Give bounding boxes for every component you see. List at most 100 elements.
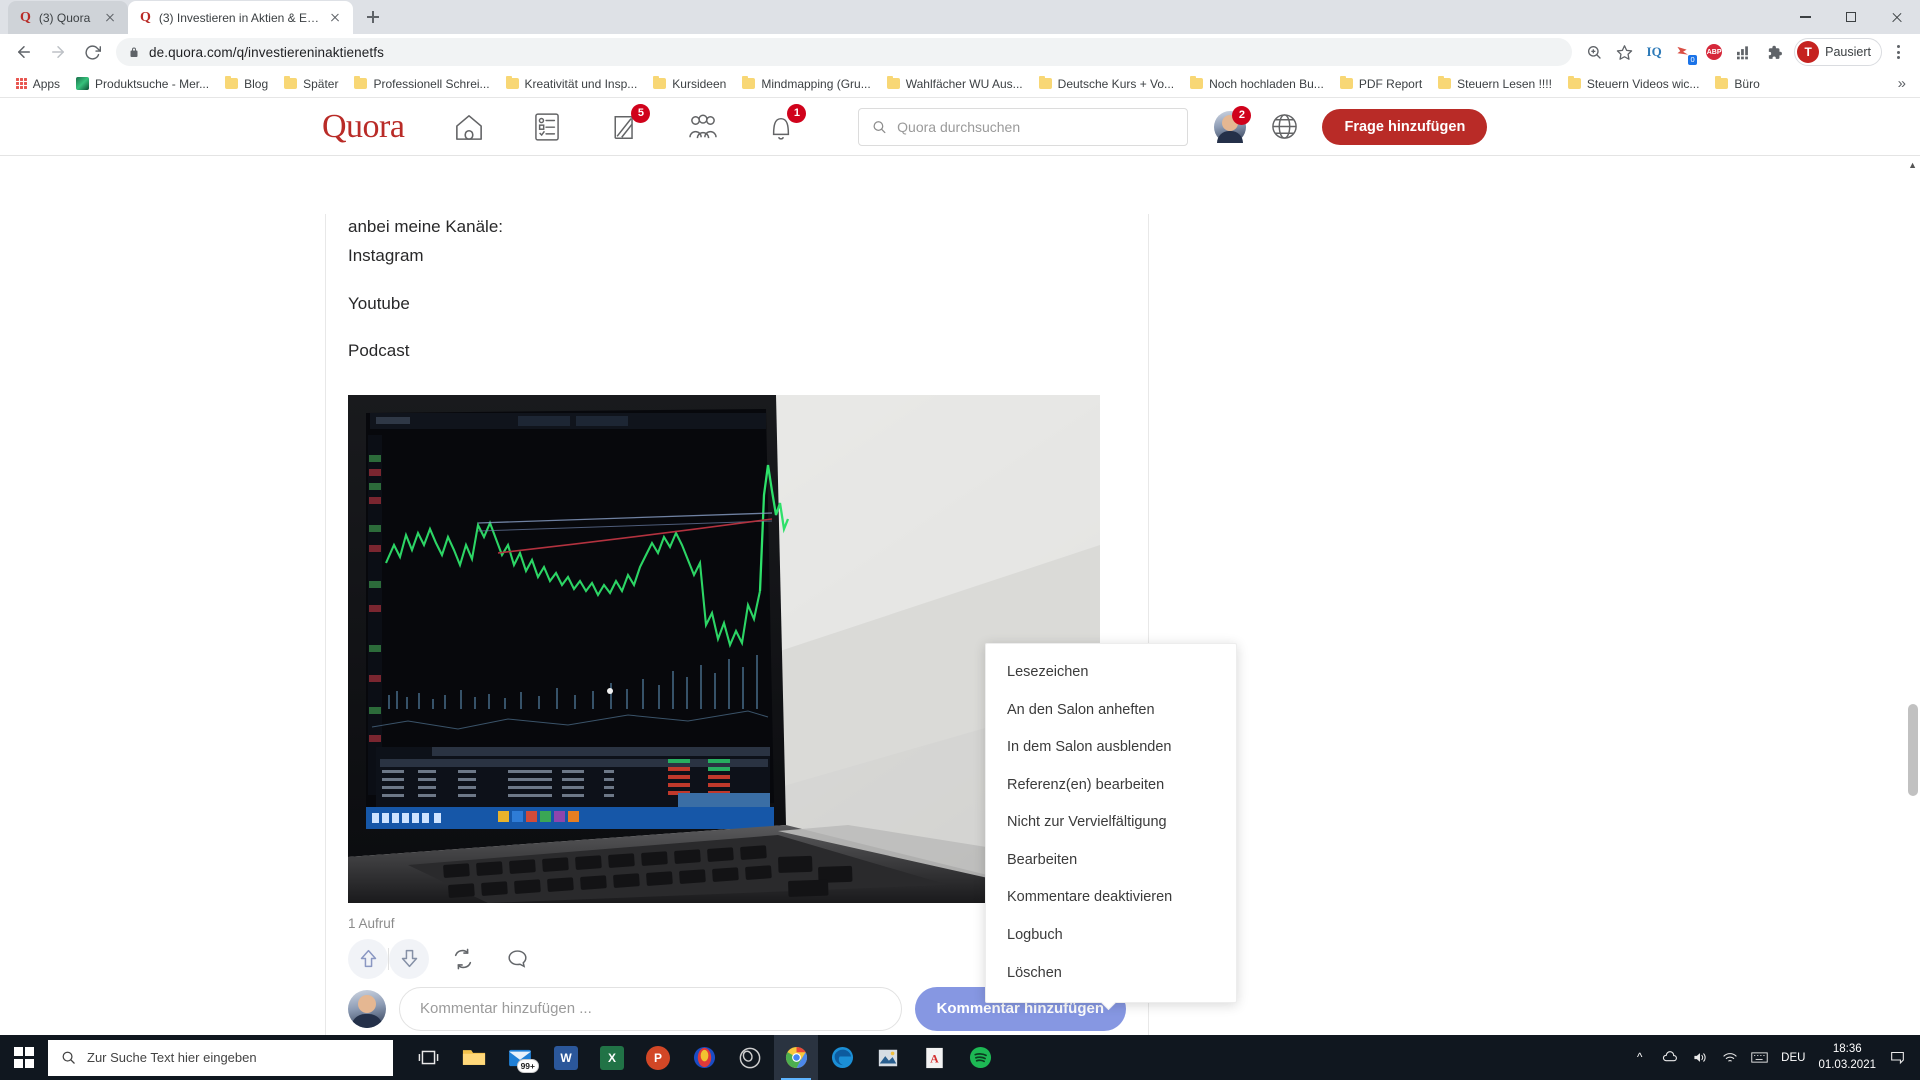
network-icon[interactable] bbox=[1721, 1049, 1738, 1066]
file-explorer-button[interactable] bbox=[452, 1035, 496, 1080]
menu-item-lesezeichen[interactable]: Lesezeichen bbox=[986, 654, 1236, 692]
repost-button[interactable] bbox=[443, 939, 483, 979]
bookmark-steuern-lesen[interactable]: Steuern Lesen !!!! bbox=[1430, 74, 1560, 94]
menu-item-logbuch[interactable]: Logbuch bbox=[986, 917, 1236, 955]
bookmark-kreativitaet[interactable]: Kreativität und Insp... bbox=[498, 74, 646, 94]
tab-close-icon[interactable] bbox=[102, 10, 118, 26]
bookmark-deutsche-kurs[interactable]: Deutsche Kurs + Vo... bbox=[1031, 74, 1182, 94]
extensions-puzzle-icon[interactable] bbox=[1760, 38, 1788, 66]
bookmark-apps[interactable]: Apps bbox=[8, 74, 68, 94]
bookmark-pdf-report[interactable]: PDF Report bbox=[1332, 74, 1430, 94]
post-text-line-2[interactable]: Instagram bbox=[348, 232, 1126, 280]
pocket-extension-icon[interactable]: 0 bbox=[1670, 38, 1698, 66]
nav-spaces-button[interactable] bbox=[682, 108, 724, 146]
post-text-line-4[interactable]: Podcast bbox=[348, 327, 1126, 375]
acrobat-icon: A bbox=[922, 1046, 946, 1070]
taskbar-search-placeholder: Zur Suche Text hier eingeben bbox=[87, 1050, 257, 1065]
avatar-body bbox=[351, 1013, 383, 1028]
zoom-icon[interactable] bbox=[1580, 38, 1608, 66]
excel-button[interactable]: X bbox=[590, 1035, 634, 1080]
bookmark-steuern-videos[interactable]: Steuern Videos wic... bbox=[1560, 74, 1708, 94]
action-center-icon[interactable] bbox=[1889, 1049, 1906, 1066]
excel-icon: X bbox=[600, 1045, 624, 1070]
show-hidden-icons-icon[interactable]: ^ bbox=[1631, 1049, 1648, 1066]
menu-item-referenzen-bearbeiten[interactable]: Referenz(en) bearbeiten bbox=[986, 767, 1236, 805]
bookmark-noch-hochladen[interactable]: Noch hochladen Bu... bbox=[1182, 74, 1332, 94]
bookmark-blog[interactable]: Blog bbox=[217, 74, 276, 94]
comment-input[interactable] bbox=[420, 1000, 881, 1017]
quora-logo[interactable]: Quora bbox=[322, 109, 405, 144]
bookmark-produktsuche[interactable]: Produktsuche - Mer... bbox=[68, 74, 217, 94]
language-button[interactable] bbox=[1268, 111, 1300, 143]
taskbar-search[interactable]: Zur Suche Text hier eingeben bbox=[48, 1039, 393, 1076]
folder-icon bbox=[354, 75, 368, 89]
reload-icon[interactable] bbox=[76, 36, 108, 68]
chrome-menu-icon[interactable] bbox=[1884, 38, 1912, 66]
bookmark-professionell-schreiben[interactable]: Professionell Schrei... bbox=[346, 74, 497, 94]
downvote-button[interactable] bbox=[389, 938, 429, 979]
iq-extension-icon[interactable]: IQ bbox=[1640, 38, 1668, 66]
close-window-button[interactable] bbox=[1874, 0, 1920, 34]
menu-item-in-dem-salon-ausblenden[interactable]: In dem Salon ausblenden bbox=[986, 729, 1236, 767]
minimize-button[interactable] bbox=[1782, 0, 1828, 34]
menu-item-kommentare-deaktivieren[interactable]: Kommentare deaktivieren bbox=[986, 879, 1236, 917]
obs-button[interactable] bbox=[728, 1035, 772, 1080]
bookmark-mindmapping[interactable]: Mindmapping (Gru... bbox=[734, 74, 878, 94]
bookmark-wahlfaecher[interactable]: Wahlfächer WU Aus... bbox=[879, 74, 1031, 94]
photos-button[interactable] bbox=[866, 1035, 910, 1080]
nav-write-answer-button[interactable]: 5 bbox=[604, 103, 651, 146]
volume-icon[interactable] bbox=[1691, 1049, 1708, 1066]
browser-tab-2[interactable]: Q (3) Investieren in Aktien & ETF's - bbox=[128, 1, 353, 34]
bookmark-star-icon[interactable] bbox=[1610, 38, 1638, 66]
menu-item-loeschen[interactable]: Löschen bbox=[986, 955, 1236, 993]
menu-item-nicht-zur-vervielfaeltigung[interactable]: Nicht zur Vervielfältigung bbox=[986, 804, 1236, 842]
profile-button[interactable]: T Pausiert bbox=[1794, 38, 1882, 66]
nav-home-button[interactable] bbox=[448, 108, 490, 146]
onedrive-icon[interactable] bbox=[1661, 1049, 1678, 1066]
start-button[interactable] bbox=[0, 1035, 48, 1080]
maximize-button[interactable] bbox=[1828, 0, 1874, 34]
nav-notifications-button[interactable]: 1 bbox=[760, 103, 807, 146]
word-button[interactable]: W bbox=[544, 1035, 588, 1080]
analytics-extension-icon[interactable] bbox=[1730, 38, 1758, 66]
address-bar[interactable]: de.quora.com/q/investiereninaktienetfs bbox=[116, 38, 1573, 66]
bookmark-label: Später bbox=[303, 76, 339, 91]
comment-button[interactable] bbox=[497, 939, 537, 979]
keyboard-icon[interactable] bbox=[1751, 1049, 1768, 1066]
search-input-wrapper[interactable] bbox=[858, 107, 1189, 146]
bookmark-spaeter[interactable]: Später bbox=[276, 74, 346, 94]
downvote-icon bbox=[401, 949, 417, 968]
taskbar-clock[interactable]: 18:36 01.03.2021 bbox=[1818, 1042, 1876, 1073]
file-explorer-icon bbox=[462, 1046, 486, 1070]
search-input[interactable] bbox=[897, 118, 1175, 135]
scrollbar-thumb[interactable] bbox=[1908, 704, 1918, 796]
menu-item-bearbeiten[interactable]: Bearbeiten bbox=[986, 842, 1236, 880]
chrome-button[interactable] bbox=[774, 1035, 818, 1080]
nav-answers-button[interactable] bbox=[526, 108, 568, 146]
forward-icon[interactable] bbox=[42, 36, 74, 68]
skype-button[interactable] bbox=[682, 1035, 726, 1080]
add-question-button[interactable]: Frage hinzufügen bbox=[1322, 108, 1488, 145]
mail-button[interactable]: 99+ bbox=[498, 1035, 542, 1080]
scroll-up-arrow-icon[interactable]: ▲ bbox=[1908, 160, 1917, 170]
powerpoint-button[interactable]: P bbox=[636, 1035, 680, 1080]
upvote-button[interactable] bbox=[348, 938, 388, 979]
user-avatar[interactable]: 2 bbox=[1214, 105, 1252, 143]
spotify-button[interactable] bbox=[958, 1035, 1002, 1080]
bookmark-kursideen[interactable]: Kursideen bbox=[645, 74, 734, 94]
browser-tab-1[interactable]: Q (3) Quora bbox=[8, 1, 128, 34]
edge-button[interactable] bbox=[820, 1035, 864, 1080]
bookmark-buero[interactable]: Büro bbox=[1707, 74, 1767, 94]
comment-input-wrapper[interactable] bbox=[399, 986, 902, 1031]
acrobat-button[interactable]: A bbox=[912, 1035, 956, 1080]
tab-close-icon[interactable] bbox=[327, 10, 343, 26]
back-icon[interactable] bbox=[8, 36, 40, 68]
page-scrollbar[interactable]: ▲ ▼ bbox=[1905, 156, 1920, 1035]
post-text-line-3[interactable]: Youtube bbox=[348, 280, 1126, 328]
menu-item-an-den-salon-anheften[interactable]: An den Salon anheften bbox=[986, 692, 1236, 730]
language-indicator[interactable]: DEU bbox=[1781, 1052, 1805, 1064]
bookmarks-overflow-icon[interactable]: » bbox=[1892, 75, 1912, 92]
new-tab-button[interactable] bbox=[359, 3, 387, 31]
adblockplus-extension-icon[interactable]: ABP bbox=[1700, 38, 1728, 66]
task-view-button[interactable] bbox=[406, 1035, 450, 1080]
